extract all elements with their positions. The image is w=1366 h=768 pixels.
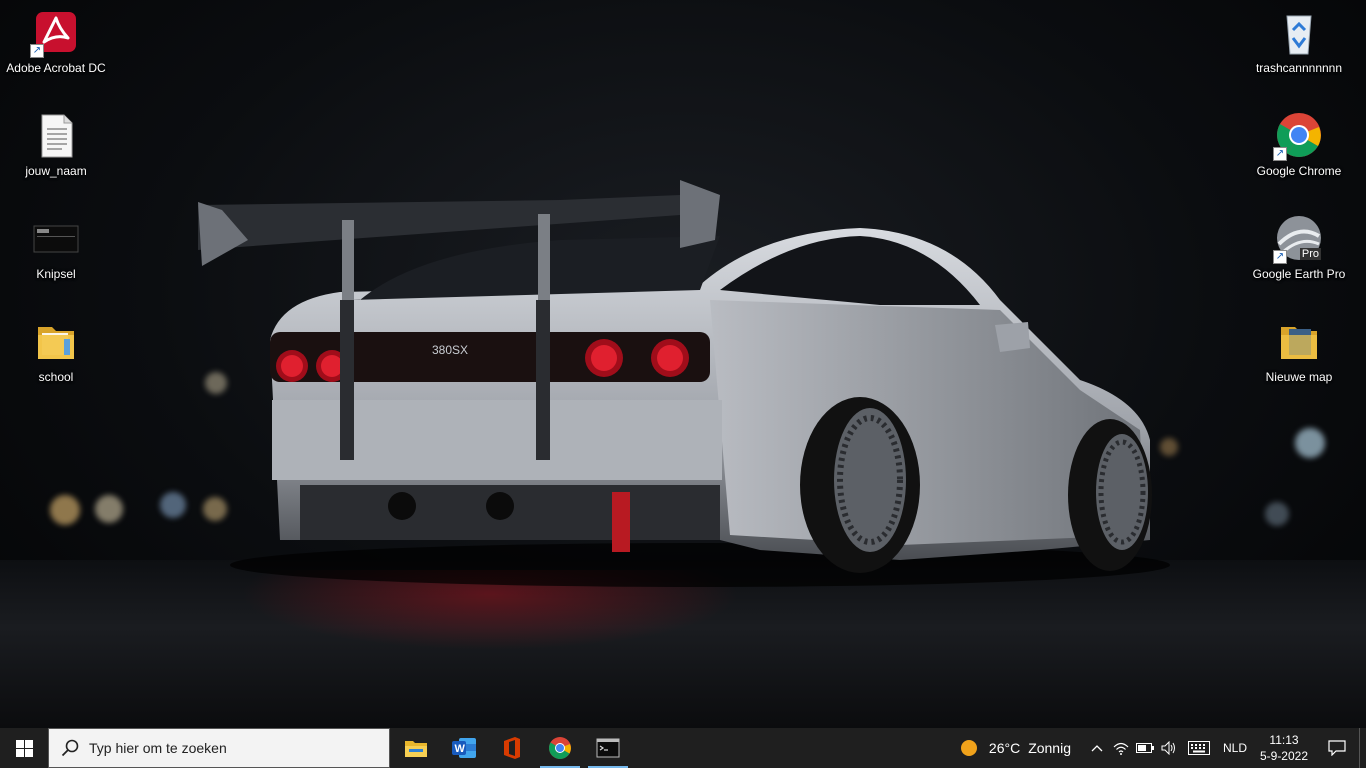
desktop-icon-label: Google Earth Pro [1252, 267, 1346, 281]
desktop-icon-nieuwe-map[interactable]: Nieuwe map [1249, 311, 1349, 407]
show-desktop-button[interactable] [1359, 728, 1366, 768]
adobe-acrobat-icon: ↗ [30, 8, 80, 58]
desktop-icon-label: Adobe Acrobat DC [6, 61, 106, 75]
desktop-icon-google-earth-pro[interactable]: ↗ Pro Google Earth Pro [1249, 208, 1349, 304]
desktop-icon-label: school [38, 370, 74, 384]
desktop-icon-adobe-acrobat[interactable]: ↗ Adobe Acrobat DC [6, 2, 106, 98]
google-earth-icon: ↗ Pro [1273, 214, 1323, 264]
shortcut-arrow-icon: ↗ [1273, 147, 1287, 161]
input-language[interactable]: NLD [1217, 741, 1253, 755]
taskbar-app-chrome[interactable] [536, 728, 584, 768]
desktop-icon-jouw-naam[interactable]: jouw_naam [6, 105, 106, 201]
search-icon [61, 739, 79, 757]
weather-temperature: 26°C [988, 740, 1021, 756]
desktop-icon-knipsel[interactable]: Knipsel [6, 208, 106, 304]
text-document-icon [32, 111, 80, 159]
search-placeholder: Typ hier om te zoeken [89, 740, 227, 756]
notification-icon [1328, 740, 1346, 756]
word-icon: W [452, 738, 476, 758]
desktop-icon-label: Nieuwe map [1265, 370, 1333, 384]
file-explorer-icon [405, 741, 427, 757]
system-tray: 26°C Zonnig NLD 11:13 5-9-2022 [960, 728, 1366, 768]
car-illustration: 380SX [198, 180, 1170, 587]
desktop-icon-label: Knipsel [36, 267, 76, 281]
taskbar-app-word[interactable]: W [440, 728, 488, 768]
taskbar-app-terminal[interactable] [584, 728, 632, 768]
start-button[interactable] [0, 728, 48, 768]
shortcut-arrow-icon: ↗ [30, 44, 44, 58]
weather-condition: Zonnig [1028, 740, 1071, 756]
sun-icon [960, 740, 977, 756]
weather-widget[interactable]: 26°C Zonnig [960, 740, 1071, 756]
taskbar-search-box[interactable]: Typ hier om te zoeken [48, 728, 390, 768]
desktop-icon-recycle-bin[interactable]: trashcannnnnnn [1249, 2, 1349, 98]
shortcut-arrow-icon: ↗ [1273, 250, 1287, 264]
wifi-icon[interactable] [1109, 728, 1133, 768]
desktop-icon-label: trashcannnnnnn [1255, 61, 1343, 75]
folder-icon [32, 317, 80, 365]
taskbar-app-file-explorer[interactable] [392, 728, 440, 768]
touch-keyboard-icon[interactable] [1181, 728, 1217, 768]
desktop-wallpaper: 380SX [0, 0, 1366, 728]
chrome-icon: ↗ [1273, 111, 1323, 161]
desktop-icon-school[interactable]: school [6, 311, 106, 407]
car-badge: 380SX [432, 343, 468, 357]
desktop-icon-label: Google Chrome [1256, 164, 1342, 178]
taskbar: Typ hier om te zoeken W 26°C Zonnig NLD … [0, 728, 1366, 768]
pro-badge: Pro [1299, 248, 1321, 260]
svg-text:W: W [455, 743, 466, 755]
screenshot-image-icon [32, 214, 80, 262]
battery-icon[interactable] [1133, 728, 1157, 768]
recycle-bin-icon [1275, 8, 1323, 56]
office-icon [504, 737, 520, 759]
desktop-icon-google-chrome[interactable]: ↗ Google Chrome [1249, 105, 1349, 201]
chrome-icon [549, 737, 571, 759]
terminal-icon [596, 738, 620, 758]
clock-time: 11:13 [1269, 733, 1299, 747]
taskbar-app-office[interactable] [488, 728, 536, 768]
clock[interactable]: 11:13 5-9-2022 [1253, 732, 1315, 764]
desktop-icon-label: jouw_naam [25, 164, 87, 178]
show-hidden-icons-chevron-icon[interactable] [1085, 728, 1109, 768]
windows-logo-icon [15, 739, 33, 757]
notification-center-button[interactable] [1315, 728, 1359, 768]
clock-date: 5-9-2022 [1259, 749, 1309, 763]
volume-icon[interactable] [1157, 728, 1181, 768]
folder-icon [1275, 317, 1323, 365]
